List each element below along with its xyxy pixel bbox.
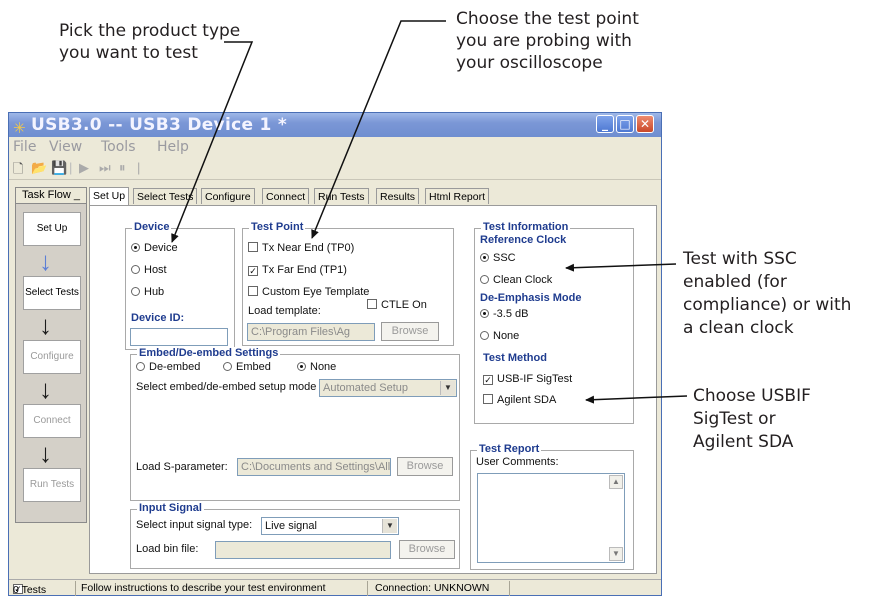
callout-leaders [171,20,688,404]
leader-ssc [565,263,677,272]
leader-product-type [171,41,254,243]
leader-method [585,395,688,404]
leader-test-point [311,20,446,239]
